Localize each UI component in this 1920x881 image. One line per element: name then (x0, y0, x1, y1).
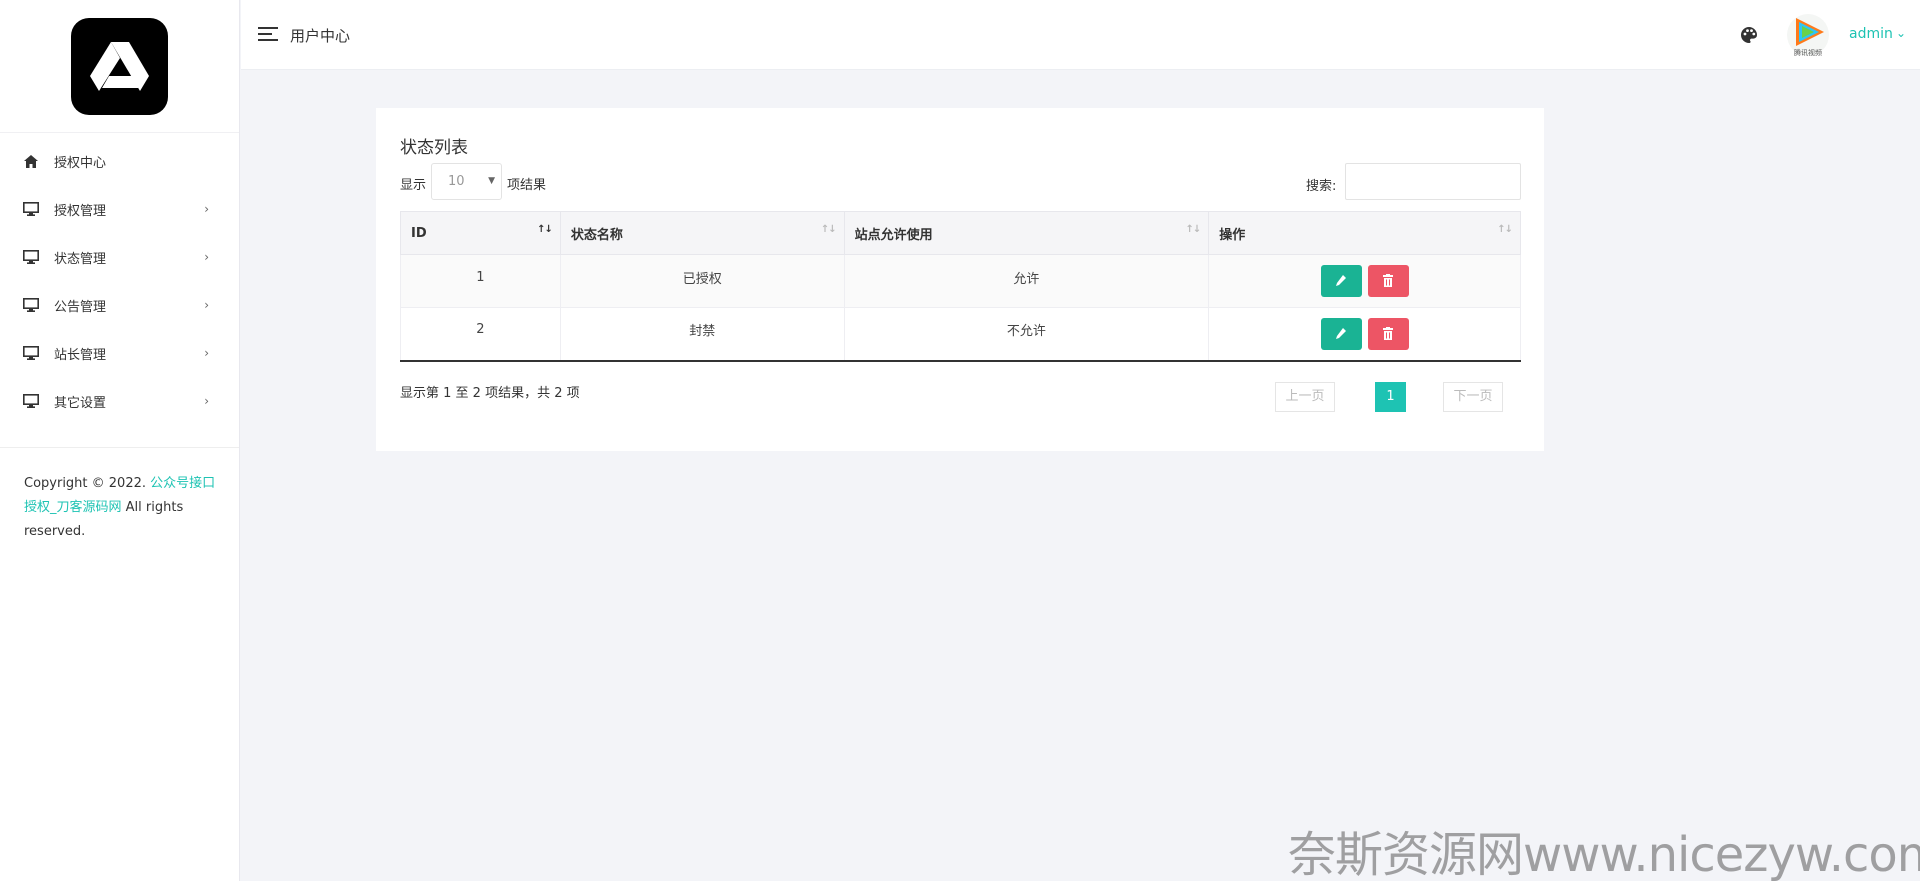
copyright-prefix: Copyright © 2022. (24, 476, 151, 491)
sidebar-item-label: 授权管理 (54, 203, 107, 219)
cell-name: 已授权 (559, 254, 845, 308)
sidebar-item-label: 站长管理 (54, 347, 107, 363)
pagination-page-1[interactable]: 1 (1375, 382, 1406, 412)
chevron-right-icon: › (204, 298, 209, 312)
sort-icon: ↑↓ (1497, 224, 1513, 235)
column-header-allowed[interactable]: 站点允许使用 ↑↓ (843, 211, 1210, 255)
sort-icon: ↑↓ (820, 224, 837, 235)
watermark: 奈斯资源网www.nicezyw.com (1288, 827, 1920, 881)
monitor-icon (22, 345, 40, 361)
sidebar-item-webmaster-manage[interactable]: 站长管理 › (0, 329, 239, 377)
sort-icon: ↑↓ (1185, 224, 1201, 235)
cell-id: 1 (400, 254, 561, 308)
monitor-icon (22, 249, 40, 265)
pencil-icon (1335, 275, 1346, 286)
avatar[interactable]: 腾讯视频 (1786, 12, 1830, 58)
cell-allowed: 允许 (843, 254, 1210, 308)
trash-icon (1382, 274, 1393, 287)
palette-icon[interactable] (1740, 26, 1760, 46)
cell-allowed: 不允许 (843, 307, 1210, 362)
cell-id: 2 (400, 307, 561, 362)
search-input[interactable] (1345, 163, 1521, 200)
table-row: 2 封禁 不允许 (400, 307, 1521, 362)
chevron-right-icon: › (204, 346, 209, 360)
monitor-icon (22, 393, 40, 409)
cell-actions (1208, 307, 1521, 362)
status-table: ID ↑↓ 状态名称 ↑↓ 站点允许使用 ↑↓ 操作 ↑↓ 1 已授权 允许 2… (400, 211, 1521, 362)
column-header-id[interactable]: ID ↑↓ (400, 211, 561, 255)
sidebar-item-label: 其它设置 (54, 395, 107, 411)
monitor-icon (22, 201, 40, 217)
pagination-prev-button[interactable]: 上一页 (1275, 382, 1335, 412)
sidebar-item-status-manage[interactable]: 状态管理 › (0, 233, 239, 281)
edit-button[interactable] (1320, 265, 1362, 297)
menu-toggle-icon[interactable] (258, 27, 278, 43)
table-info: 显示第 1 至 2 项结果，共 2 项 (400, 386, 580, 401)
chevron-right-icon: › (204, 202, 209, 216)
logo-area (0, 0, 239, 133)
show-suffix: 项结果 (507, 178, 547, 193)
search-label: 搜索: (1306, 179, 1337, 194)
trash-icon (1382, 326, 1393, 340)
sidebar-item-auth-center[interactable]: 授权中心 (0, 137, 239, 185)
top-header: 用户中心 腾讯视频 admin ⌄ (241, 0, 1920, 70)
sidebar-item-label: 状态管理 (54, 251, 107, 267)
page-size-select[interactable]: 10 ▼ (431, 163, 502, 200)
sidebar-menu: 授权中心 授权管理 › 状态管理 › 公告管理 › 站长管理 › 其它设置 › (0, 133, 239, 425)
chevron-down-icon[interactable]: ⌄ (1896, 26, 1906, 40)
page-size-value: 10 (448, 174, 465, 189)
pagination-next-button[interactable]: 下一页 (1443, 382, 1503, 412)
sidebar-item-label: 公告管理 (54, 299, 107, 315)
table-header-row: ID ↑↓ 状态名称 ↑↓ 站点允许使用 ↑↓ 操作 ↑↓ (400, 211, 1521, 255)
user-menu[interactable]: admin (1849, 26, 1893, 42)
sidebar-item-label: 授权中心 (54, 155, 107, 171)
panel-title: 状态列表 (400, 138, 468, 158)
home-icon (22, 153, 40, 169)
status-list-panel: 状态列表 显示 10 ▼ 项结果 搜索: ID ↑↓ 状态名称 ↑↓ 站点允许使用 ↑… (376, 108, 1544, 451)
copyright: Copyright © 2022. 公众号接口授权_刀客源码网 All righ… (0, 448, 239, 544)
show-label: 显示 (400, 178, 427, 193)
column-header-name[interactable]: 状态名称 ↑↓ (559, 211, 845, 255)
page-title: 用户中心 (290, 27, 351, 45)
pencil-icon (1335, 327, 1346, 339)
sidebar-item-auth-manage[interactable]: 授权管理 › (0, 185, 239, 233)
avatar-caption: 腾讯视频 (1794, 48, 1822, 57)
chevron-right-icon: › (204, 250, 209, 264)
edit-button[interactable] (1320, 317, 1362, 350)
drive-logo-icon (89, 42, 149, 91)
table-row: 1 已授权 允许 (400, 254, 1521, 308)
cell-actions (1208, 254, 1521, 308)
sidebar-item-notice-manage[interactable]: 公告管理 › (0, 281, 239, 329)
caret-down-icon: ▼ (488, 176, 495, 186)
delete-button[interactable] (1367, 317, 1409, 350)
cell-name: 封禁 (559, 307, 845, 362)
sidebar: 授权中心 授权管理 › 状态管理 › 公告管理 › 站长管理 › 其它设置 › … (0, 0, 240, 881)
app-logo[interactable] (71, 17, 168, 115)
sort-asc-icon: ↑↓ (537, 224, 553, 235)
monitor-icon (22, 297, 40, 313)
sidebar-item-other-settings[interactable]: 其它设置 › (0, 377, 239, 425)
chevron-right-icon: › (204, 394, 209, 408)
column-header-actions[interactable]: 操作 ↑↓ (1208, 211, 1521, 255)
delete-button[interactable] (1367, 265, 1409, 297)
